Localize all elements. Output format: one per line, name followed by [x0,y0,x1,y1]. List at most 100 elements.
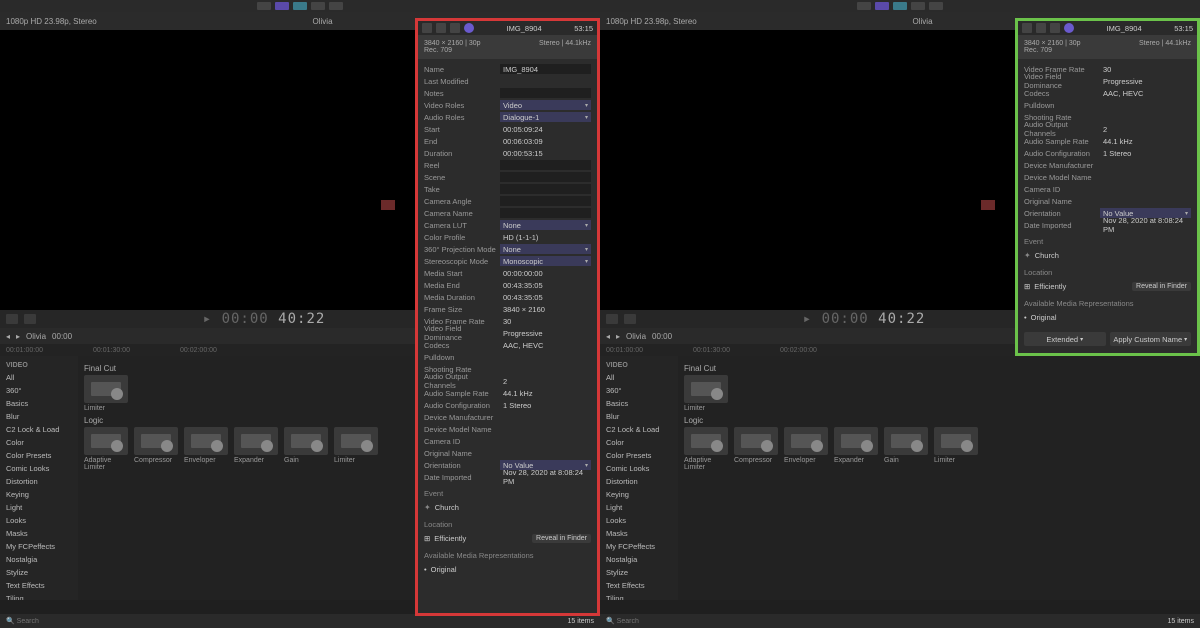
effects-category[interactable]: Stylize [600,566,678,579]
menubar-icon[interactable] [875,2,889,10]
effect-item[interactable]: Limiter [84,375,128,412]
event-star-icon[interactable]: ✦ [424,503,431,512]
tool-icon[interactable] [24,314,36,324]
effects-category[interactable]: Light [0,501,78,514]
effects-category[interactable]: Light [600,501,678,514]
tool-icon[interactable] [624,314,636,324]
property-value[interactable] [500,160,591,170]
property-value[interactable]: Video [500,100,591,110]
tool-icon[interactable] [6,314,18,324]
property-value: 30 [1100,64,1191,74]
nav-fwd-icon[interactable]: ▸ [16,332,20,341]
nav-fwd-icon[interactable]: ▸ [616,332,620,341]
effects-search-input[interactable] [17,618,117,625]
tool-icon[interactable] [606,314,618,324]
property-value[interactable]: IMG_8904 [500,64,591,74]
property-value[interactable] [500,88,591,98]
effects-category[interactable]: 360° [600,384,678,397]
effects-category[interactable]: Looks [0,514,78,527]
effects-category[interactable]: Comic Looks [0,462,78,475]
effects-category[interactable]: Text Effects [0,579,78,592]
inspector-info-tab[interactable] [464,23,474,33]
menubar-icon[interactable] [857,2,871,10]
effects-category[interactable]: Text Effects [600,579,678,592]
apply-custom-name-button[interactable]: Apply Custom Name [1110,332,1192,346]
inspector-tab-icon[interactable] [1050,23,1060,33]
effects-category[interactable]: Blur [0,410,78,423]
menubar-icon[interactable] [911,2,925,10]
property-value[interactable] [500,184,591,194]
property-value[interactable]: Dialogue-1 [500,112,591,122]
effect-item[interactable]: Limiter [334,427,378,471]
menubar-icon[interactable] [929,2,943,10]
effects-search-input[interactable] [617,618,717,625]
effects-category[interactable]: Stylize [0,566,78,579]
effect-item[interactable]: Gain [884,427,928,471]
extended-button[interactable]: Extended [1024,332,1106,346]
property-value[interactable] [500,172,591,182]
effects-category[interactable]: Keying [0,488,78,501]
effects-category[interactable]: Masks [0,527,78,540]
effects-category[interactable]: My FCPeffects [600,540,678,553]
inspector-tab-icon[interactable] [422,23,432,33]
effect-item[interactable]: Enveloper [184,427,228,471]
effect-item[interactable]: Enveloper [784,427,828,471]
effects-category[interactable]: Comic Looks [600,462,678,475]
nav-back-icon[interactable]: ◂ [6,332,10,341]
effects-category[interactable]: 360° [0,384,78,397]
effect-item[interactable]: Expander [234,427,278,471]
effects-category[interactable]: Color Presets [600,449,678,462]
property-value [1100,196,1191,206]
effects-category[interactable]: Color Presets [0,449,78,462]
property-value[interactable] [500,196,591,206]
menubar-icon[interactable] [893,2,907,10]
effects-category[interactable]: Distortion [600,475,678,488]
inspector-tab-icon[interactable] [450,23,460,33]
inspector-tab-icon[interactable] [1022,23,1032,33]
effect-item[interactable]: Compressor [734,427,778,471]
effect-item[interactable]: Gain [284,427,328,471]
effects-category[interactable]: Nostalgia [0,553,78,566]
property-value[interactable]: None [500,244,591,254]
menubar-icon[interactable] [329,2,343,10]
reveal-in-finder-button[interactable]: Reveal in Finder [532,534,591,543]
effects-category[interactable]: My FCPeffects [0,540,78,553]
menubar-icon[interactable] [311,2,325,10]
effects-category[interactable]: Looks [600,514,678,527]
menubar-icon[interactable] [275,2,289,10]
effects-category[interactable]: Color [600,436,678,449]
effect-item[interactable]: Limiter [934,427,978,471]
effects-category[interactable]: C2 Lock & Load [600,423,678,436]
property-value[interactable]: Monoscopic [500,256,591,266]
property-value[interactable]: None [500,220,591,230]
menubar-icon[interactable] [293,2,307,10]
effects-category[interactable]: All [600,371,678,384]
effects-category[interactable]: Tiling [0,592,78,600]
effects-category[interactable]: Basics [600,397,678,410]
effects-category[interactable]: Basics [0,397,78,410]
effects-category[interactable]: Blur [600,410,678,423]
event-star-icon[interactable]: ✦ [1024,251,1031,260]
effects-category[interactable]: Tiling [600,592,678,600]
effect-item[interactable]: Limiter [684,375,728,412]
effects-category[interactable]: All [0,371,78,384]
media-rep-item: Original [1031,313,1057,322]
effects-category[interactable]: C2 Lock & Load [0,423,78,436]
effect-item[interactable]: Expander [834,427,878,471]
reveal-in-finder-button[interactable]: Reveal in Finder [1132,282,1191,291]
inspector-tab-icon[interactable] [1036,23,1046,33]
effects-category[interactable]: Keying [600,488,678,501]
inspector-info-tab[interactable] [1064,23,1074,33]
inspector-tab-icon[interactable] [436,23,446,33]
effect-item[interactable]: Adaptive Limiter [684,427,728,471]
nav-back-icon[interactable]: ◂ [606,332,610,341]
effects-category[interactable]: Distortion [0,475,78,488]
menubar-icon[interactable] [257,2,271,10]
effect-item[interactable]: Adaptive Limiter [84,427,128,471]
effects-category[interactable]: Color [0,436,78,449]
property-value[interactable] [500,208,591,218]
effects-category[interactable]: Nostalgia [600,553,678,566]
effect-item[interactable]: Compressor [134,427,178,471]
effects-category[interactable]: Masks [600,527,678,540]
property-label: Device Manufacturer [424,413,496,422]
